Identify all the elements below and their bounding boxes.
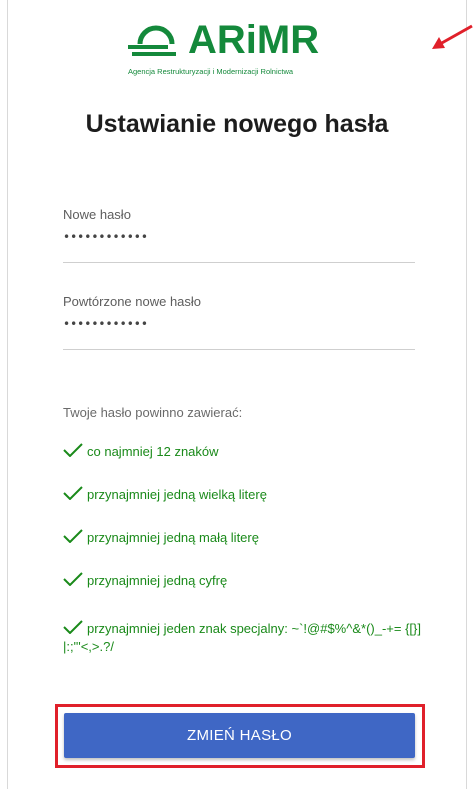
change-password-button[interactable]: ZMIEŃ HASŁO bbox=[64, 713, 415, 758]
check-icon bbox=[63, 486, 83, 500]
requirement-item: przynajmniej jeden znak specjalny: ~`!@#… bbox=[63, 620, 423, 656]
requirement-item: co najmniej 12 znaków bbox=[63, 443, 423, 461]
check-icon bbox=[63, 529, 83, 543]
requirements-title: Twoje hasło powinno zawierać: bbox=[63, 405, 243, 420]
brand-name: ARiMR bbox=[188, 18, 320, 62]
repeat-password-field[interactable]: Powtórzone nowe hasło •••••••••••• bbox=[63, 294, 415, 350]
requirement-item: przynajmniej jedną cyfrę bbox=[63, 572, 423, 590]
requirement-text: przynajmniej jedną małą literę bbox=[87, 530, 259, 545]
repeat-password-input[interactable]: •••••••••••• bbox=[63, 317, 415, 331]
new-password-input[interactable]: •••••••••••• bbox=[63, 230, 415, 244]
red-arrow-icon bbox=[432, 24, 473, 49]
requirement-item: przynajmniej jedną wielką literę bbox=[63, 486, 423, 504]
page-title: Ustawianie nowego hasła bbox=[85, 110, 389, 138]
requirement-item: przynajmniej jedną małą literę bbox=[63, 529, 423, 547]
requirement-text: przynajmniej jedną wielką literę bbox=[87, 487, 267, 502]
new-password-field[interactable]: Nowe hasło •••••••••••• bbox=[63, 207, 415, 263]
brand-subtitle: Agencja Restrukturyzacji i Modernizacji … bbox=[128, 67, 294, 76]
arimr-logo: ARiMR Agencja Restrukturyzacji i Moderni… bbox=[128, 18, 348, 80]
requirement-text: co najmniej 12 znaków bbox=[87, 444, 219, 459]
check-icon bbox=[63, 443, 83, 457]
repeat-password-label: Powtórzone nowe hasło bbox=[63, 294, 202, 309]
arimr-logo-icon bbox=[128, 25, 176, 56]
check-icon bbox=[63, 620, 83, 634]
check-icon bbox=[63, 572, 83, 586]
requirement-text: przynajmniej jeden znak specjalny: ~`!@#… bbox=[63, 621, 421, 654]
requirement-text: przynajmniej jedną cyfrę bbox=[87, 573, 228, 588]
new-password-label: Nowe hasło bbox=[63, 207, 131, 222]
